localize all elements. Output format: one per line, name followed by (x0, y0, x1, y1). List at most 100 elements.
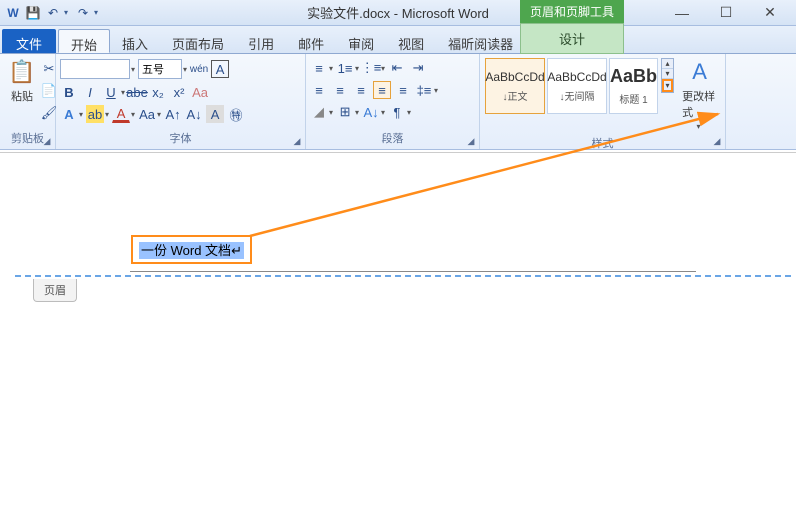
multilevel-dropdown-icon[interactable]: ▾ (381, 64, 385, 73)
font-size-input[interactable]: 五号 (138, 59, 182, 79)
group-styles-label: 样式 (484, 133, 721, 152)
group-styles: AaBbCcDd ↓正文 AaBbCcDd ↓无间隔 AaBb 标题 1 ▴ ▾… (480, 54, 726, 149)
tab-references[interactable]: 引用 (236, 29, 286, 53)
line-spacing-dropdown-icon[interactable]: ▾ (434, 86, 438, 95)
sort-dropdown-icon[interactable]: ▾ (381, 108, 385, 117)
styles-scroll-down-icon[interactable]: ▾ (662, 69, 673, 79)
font-color-dropdown-icon[interactable]: ▾ (131, 110, 135, 119)
line-spacing-icon[interactable]: ‡≡ (415, 81, 433, 99)
save-icon[interactable]: 💾 (24, 4, 42, 22)
style-normal[interactable]: AaBbCcDd ↓正文 (485, 58, 545, 114)
borders-dropdown-icon[interactable]: ▾ (355, 108, 359, 117)
styles-scroll-up-icon[interactable]: ▴ (662, 59, 673, 69)
char-shading-icon[interactable]: A (206, 105, 224, 123)
font-color-icon[interactable]: A (112, 105, 130, 123)
qat-customize-icon[interactable]: ▾ (94, 8, 102, 17)
tab-mailings[interactable]: 邮件 (286, 29, 336, 53)
tab-insert[interactable]: 插入 (110, 29, 160, 53)
change-styles-button[interactable]: A 更改样式 ▾ (678, 56, 721, 133)
paragraph-mark-icon: ↵ (231, 243, 242, 258)
tab-layout[interactable]: 页面布局 (160, 29, 236, 53)
font-name-dropdown-icon[interactable]: ▾ (131, 65, 135, 74)
tab-view[interactable]: 视图 (386, 29, 436, 53)
group-clipboard: 📋 粘贴 ✂ 📄 🖌 剪贴板 ◢ (0, 54, 56, 149)
align-left-icon[interactable]: ≡ (310, 81, 328, 99)
align-justify-icon[interactable]: ≡ (373, 81, 391, 99)
decrease-indent-icon[interactable]: ⇤ (388, 59, 406, 77)
tab-file[interactable]: 文件 (2, 29, 56, 53)
change-case-button[interactable]: Aa (138, 105, 156, 123)
shrink-font-button[interactable]: A↓ (185, 105, 203, 123)
bullets-icon[interactable]: ≡ (310, 59, 328, 77)
group-font: ▾ 五号 ▾ wén A B I U▾ abe x₂ x² Aa A▾ ab▾ … (56, 54, 306, 149)
increase-indent-icon[interactable]: ⇥ (409, 59, 427, 77)
styles-gallery-scroll: ▴ ▾ ▾ (661, 58, 674, 93)
italic-button[interactable]: I (81, 83, 99, 101)
underline-dropdown-icon[interactable]: ▾ (121, 88, 125, 97)
shading-dropdown-icon[interactable]: ▾ (329, 108, 333, 117)
font-size-dropdown-icon[interactable]: ▾ (183, 65, 187, 74)
show-marks-icon[interactable]: ¶ (388, 103, 406, 121)
header-text: 一份 Word 文档 (141, 243, 231, 258)
text-effects-dropdown-icon[interactable]: ▾ (79, 110, 83, 119)
undo-dropdown-icon[interactable]: ▾ (64, 8, 72, 17)
bullets-dropdown-icon[interactable]: ▾ (329, 64, 333, 73)
close-button[interactable]: ✕ (760, 6, 780, 20)
change-styles-dropdown-icon[interactable]: ▾ (697, 122, 701, 131)
show-marks-dropdown-icon[interactable]: ▾ (407, 108, 411, 117)
header-boundary-line (15, 275, 791, 277)
header-tag[interactable]: 页眉 (33, 279, 77, 302)
numbering-icon[interactable]: 1≡ (336, 59, 354, 77)
window-title: 实验文件.docx - Microsoft Word (307, 3, 489, 22)
numbering-dropdown-icon[interactable]: ▾ (355, 64, 359, 73)
maximize-button[interactable]: ☐ (716, 6, 736, 20)
underline-button[interactable]: U (102, 83, 120, 101)
styles-launcher-icon[interactable]: ◢ (711, 135, 723, 147)
tab-foxit[interactable]: 福昕阅读器 (436, 29, 525, 53)
tab-home[interactable]: 开始 (58, 29, 110, 53)
superscript-button[interactable]: x² (170, 83, 188, 101)
styles-more-button[interactable]: ▾ (662, 79, 673, 92)
borders-icon[interactable]: ⊞ (336, 103, 354, 121)
sort-icon[interactable]: A↓ (362, 103, 380, 121)
header-text-highlight-box: 一份 Word 文档↵ (131, 235, 252, 264)
style-heading1-name: 标题 1 (619, 91, 647, 106)
clear-format-icon[interactable]: Aa (191, 83, 209, 101)
style-normal-name: ↓正文 (503, 88, 528, 103)
highlight-dropdown-icon[interactable]: ▾ (105, 110, 109, 119)
tab-design[interactable]: 设计 (520, 23, 624, 54)
char-border-icon[interactable]: A (211, 60, 229, 78)
clipboard-launcher-icon[interactable]: ◢ (41, 135, 53, 147)
bold-button[interactable]: B (60, 83, 78, 101)
enclose-char-icon[interactable]: ㊕ (227, 105, 245, 123)
subscript-button[interactable]: x₂ (149, 83, 167, 101)
ribbon-tab-bar: 文件 开始 插入 页面布局 引用 邮件 审阅 视图 福昕阅读器 页眉和页脚工具 … (0, 26, 796, 54)
font-name-input[interactable] (60, 59, 130, 79)
undo-icon[interactable]: ↶ (44, 4, 62, 22)
multilevel-list-icon[interactable]: ⋮≡ (362, 59, 380, 77)
change-case-dropdown-icon[interactable]: ▾ (157, 110, 161, 119)
redo-icon[interactable]: ↷ (74, 4, 92, 22)
strikethrough-button[interactable]: abe (128, 83, 146, 101)
align-center-icon[interactable]: ≡ (331, 81, 349, 99)
title-bar: W 💾 ↶ ▾ ↷ ▾ 实验文件.docx - Microsoft Word —… (0, 0, 796, 26)
phonetic-guide-icon[interactable]: wén (190, 60, 208, 78)
paste-button[interactable]: 📋 粘贴 (4, 56, 40, 106)
minimize-button[interactable]: — (672, 6, 692, 20)
page[interactable]: 一份 Word 文档↵ 页眉 (15, 183, 791, 483)
header-bottom-rule (130, 271, 696, 272)
style-nospacing[interactable]: AaBbCcDd ↓无间隔 (547, 58, 607, 114)
font-launcher-icon[interactable]: ◢ (291, 135, 303, 147)
text-effects-icon[interactable]: A (60, 105, 78, 123)
align-right-icon[interactable]: ≡ (352, 81, 370, 99)
style-heading1[interactable]: AaBb 标题 1 (609, 58, 658, 114)
align-distribute-icon[interactable]: ≡ (394, 81, 412, 99)
header-text-selection[interactable]: 一份 Word 文档↵ (139, 242, 244, 259)
style-nospacing-preview: AaBbCcDd (547, 70, 606, 84)
tab-review[interactable]: 审阅 (336, 29, 386, 53)
highlight-icon[interactable]: ab (86, 105, 104, 123)
grow-font-button[interactable]: A↑ (164, 105, 182, 123)
paragraph-launcher-icon[interactable]: ◢ (465, 135, 477, 147)
shading-icon[interactable]: ◢ (310, 103, 328, 121)
style-heading1-preview: AaBb (610, 66, 657, 87)
